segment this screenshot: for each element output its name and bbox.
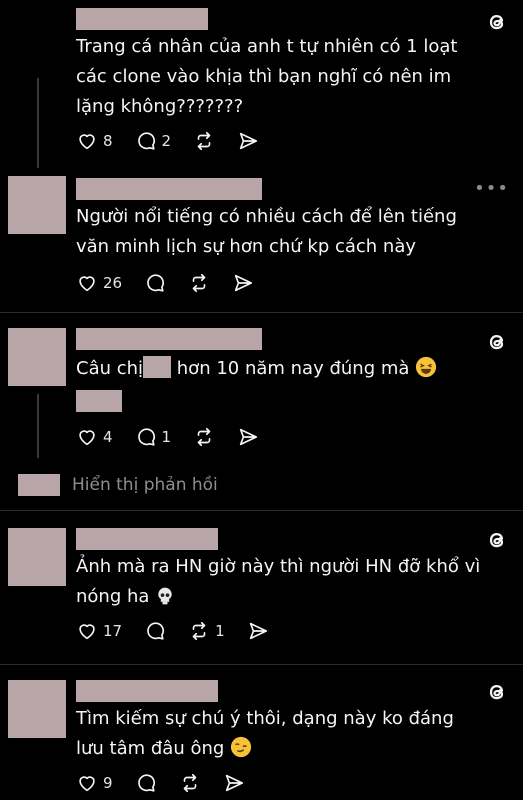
share-button[interactable]: [237, 130, 259, 152]
skull-emoji-icon: [158, 587, 172, 605]
laughing-emoji-icon: [416, 356, 437, 378]
reply-post-2: ••• Người nổi tiếng có nhiều cách để lên…: [0, 172, 523, 312]
threads-logo-icon[interactable]: [485, 330, 509, 354]
like-button[interactable]: 8: [76, 130, 113, 152]
repost-button[interactable]: [193, 426, 215, 448]
like-count: 26: [103, 274, 123, 292]
share-icon: [232, 272, 254, 294]
comment-icon: [135, 426, 157, 448]
show-replies-link[interactable]: Hiển thị phản hồi: [72, 475, 218, 495]
like-button[interactable]: 4: [76, 426, 113, 448]
post-text: Người nổi tiếng có nhiều cách để lên tiế…: [76, 206, 457, 257]
post-text-part: Câu chị: [76, 358, 144, 379]
image-attachment-redacted[interactable]: [76, 390, 122, 412]
username-redacted[interactable]: [76, 328, 262, 350]
post-text: Trang cá nhân của anh t tự nhiên có 1 lo…: [76, 36, 458, 117]
reply-post-4: Ảnh mà ra HN giờ này thì người HN đỡ khổ…: [0, 522, 523, 662]
replier-avatar: [18, 474, 60, 496]
repost-icon: [188, 620, 210, 642]
share-button[interactable]: [223, 772, 245, 794]
comment-icon: [144, 272, 166, 294]
more-icon[interactable]: •••: [474, 178, 509, 199]
action-bar: 9: [76, 770, 267, 796]
post-text: Tìm kiếm sự chú ý thôi, dạng này ko đáng…: [76, 704, 486, 764]
repost-icon: [179, 772, 201, 794]
repost-button[interactable]: [193, 130, 215, 152]
avatar[interactable]: [8, 680, 66, 738]
repost-button[interactable]: 1: [188, 620, 225, 642]
action-bar: 17 1: [76, 618, 291, 644]
threads-logo-icon[interactable]: [485, 528, 509, 552]
username-redacted[interactable]: [76, 178, 262, 200]
share-icon: [223, 772, 245, 794]
post-text-part: hơn 10 năm nay đúng mà: [171, 358, 410, 379]
divider: [0, 312, 523, 313]
like-button[interactable]: 17: [76, 620, 122, 642]
reply-button[interactable]: [144, 620, 166, 642]
action-bar: 8 2: [76, 128, 281, 154]
show-replies-row[interactable]: Hiển thị phản hồi: [18, 472, 218, 498]
username-redacted[interactable]: [76, 680, 218, 702]
post-text-part: Tìm kiếm sự chú ý thôi, dạng này ko đáng…: [76, 708, 454, 759]
repost-button[interactable]: [179, 772, 201, 794]
divider: [0, 510, 523, 511]
reply-button[interactable]: [144, 272, 166, 294]
mention-redacted: [143, 356, 172, 378]
share-button[interactable]: [232, 272, 254, 294]
avatar[interactable]: [8, 328, 66, 386]
like-button[interactable]: 26: [76, 272, 122, 294]
threads-logo-icon[interactable]: [485, 680, 509, 704]
share-button[interactable]: [237, 426, 259, 448]
woozy-emoji-icon: [230, 736, 252, 758]
reply-count: 1: [161, 428, 172, 446]
repost-icon: [193, 130, 215, 152]
post-text: Ảnh mà ra HN giờ này thì người HN đỡ khổ…: [76, 552, 486, 612]
heart-icon: [76, 620, 98, 642]
reply-count: 2: [161, 132, 172, 150]
avatar[interactable]: [8, 528, 66, 586]
like-count: 4: [103, 428, 113, 446]
like-count: 17: [103, 622, 123, 640]
share-icon: [247, 620, 269, 642]
username-redacted[interactable]: [76, 528, 218, 550]
heart-icon: [76, 130, 98, 152]
comment-icon: [135, 130, 157, 152]
thread-line: [37, 394, 39, 458]
thread-line: [37, 78, 39, 168]
repost-count: 1: [215, 622, 225, 640]
post-text: Câu chị hơn 10 năm nay đúng mà: [76, 354, 486, 384]
threads-logo-icon[interactable]: [485, 10, 509, 34]
like-count: 8: [103, 132, 113, 150]
heart-icon: [76, 426, 98, 448]
username-redacted[interactable]: [76, 8, 208, 30]
reply-post-5: Tìm kiếm sự chú ý thôi, dạng này ko đáng…: [0, 676, 523, 800]
repost-icon: [193, 426, 215, 448]
post-text-part: Ảnh mà ra HN giờ này thì người HN đỡ khổ…: [76, 556, 481, 607]
reply-button[interactable]: 1: [135, 426, 172, 448]
share-icon: [237, 130, 259, 152]
repost-icon: [188, 272, 210, 294]
reply-post-1: Trang cá nhân của anh t tự nhiên có 1 lo…: [0, 0, 523, 170]
action-bar: 26: [76, 270, 276, 296]
reply-button[interactable]: 2: [135, 130, 172, 152]
avatar[interactable]: [8, 176, 66, 234]
heart-icon: [76, 272, 98, 294]
reply-button[interactable]: [135, 772, 157, 794]
share-button[interactable]: [247, 620, 269, 642]
reply-post-3: Câu chị hơn 10 năm nay đúng mà 4 1 Hiển …: [0, 322, 523, 502]
action-bar: 4 1: [76, 424, 281, 450]
like-button[interactable]: 9: [76, 772, 113, 794]
divider: [0, 664, 523, 665]
comment-icon: [135, 772, 157, 794]
share-icon: [237, 426, 259, 448]
heart-icon: [76, 772, 98, 794]
repost-button[interactable]: [188, 272, 210, 294]
comment-icon: [144, 620, 166, 642]
like-count: 9: [103, 774, 113, 792]
